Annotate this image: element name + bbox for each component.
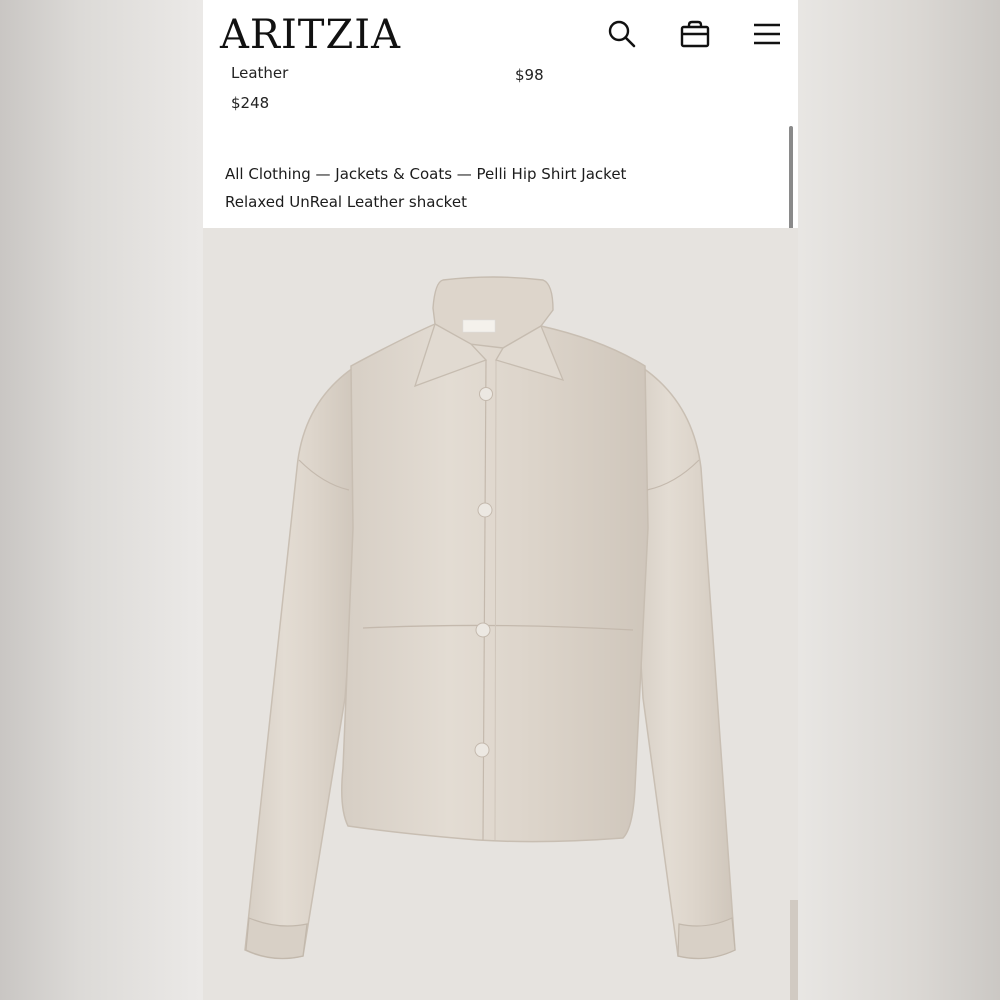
search-icon[interactable] bbox=[606, 18, 638, 50]
product-image-area[interactable] bbox=[203, 228, 798, 1000]
menu-icon[interactable] bbox=[751, 18, 783, 50]
breadcrumb[interactable]: All Clothing — Jackets & Coats — Pelli H… bbox=[225, 162, 626, 186]
site-header: ARITZIA bbox=[203, 0, 798, 68]
phone-screen: ARITZIA Leather $248 $98 All Clothing — … bbox=[203, 0, 798, 1000]
previous-product-price: $248 bbox=[231, 94, 270, 112]
aritzia-logo[interactable]: ARITZIA bbox=[220, 10, 401, 60]
bag-icon[interactable] bbox=[679, 18, 711, 50]
product-subtitle: Relaxed UnReal Leather shacket bbox=[225, 193, 467, 211]
previous-product-price-2: $98 bbox=[515, 66, 544, 84]
jacket-image bbox=[244, 276, 736, 960]
previous-product-name[interactable]: Leather bbox=[231, 62, 288, 84]
next-image-edge bbox=[790, 900, 798, 1000]
